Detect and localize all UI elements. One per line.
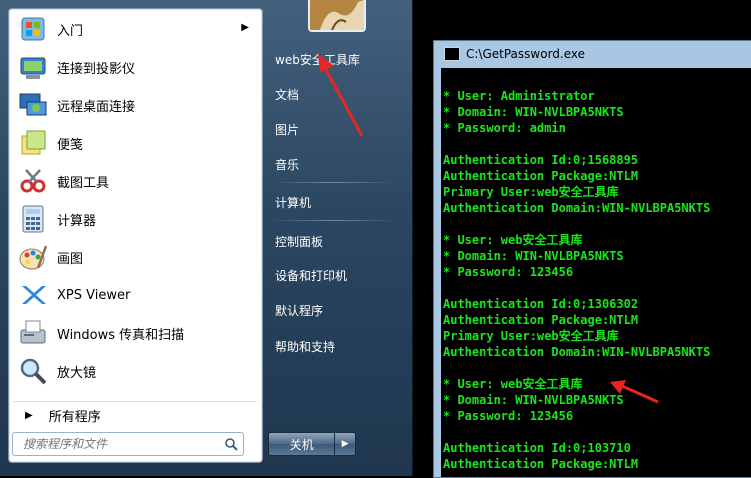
start-right-music[interactable]: 音乐 <box>268 152 405 176</box>
start-menu: 入门 ▶ 连接到投影仪 远程桌面连接 便笺 截图工具 计算器 画图 XPS Vi… <box>0 0 413 476</box>
right-item-label: 音乐 <box>275 157 300 172</box>
user-picture[interactable] <box>308 0 366 32</box>
start-right-default-programs[interactable]: 默认程序 <box>268 298 405 322</box>
expand-arrow-icon: ▶ <box>25 409 33 421</box>
program-item-snipping-tool[interactable]: 截图工具 <box>13 163 257 199</box>
start-right-computer[interactable]: 计算机 <box>268 190 405 214</box>
console-line: * Domain: WIN-NVLBPA5NKTS <box>443 249 624 263</box>
console-line: * Password: 123456 <box>443 409 574 423</box>
start-right-control-panel[interactable]: 控制面板 <box>268 229 405 253</box>
calculator-icon <box>17 203 49 235</box>
xps-viewer-icon <box>17 279 49 311</box>
console-titlebar[interactable]: C:\GetPassword.exe <box>434 41 751 67</box>
program-item-magnifier[interactable]: 放大镜 <box>13 353 257 389</box>
console-line: * Domain: WIN-NVLBPA5NKTS <box>443 393 624 407</box>
console-line: * User: web安全工具库 <box>443 377 583 391</box>
right-item-label: web安全工具库 <box>275 52 360 67</box>
right-item-label: 设备和打印机 <box>275 268 348 283</box>
right-separator <box>270 220 398 221</box>
console-title: C:\GetPassword.exe <box>466 47 586 61</box>
start-right-devices-printers[interactable]: 设备和打印机 <box>268 263 405 287</box>
console-line: Authentication Package:NTLM <box>443 457 639 471</box>
start-right-pictures[interactable]: 图片 <box>268 117 405 141</box>
paint-icon <box>17 241 49 273</box>
shutdown-options-arrow-icon[interactable]: ▶ <box>335 432 356 456</box>
programs-pane: 入门 ▶ 连接到投影仪 远程桌面连接 便笺 截图工具 计算器 画图 XPS Vi… <box>8 8 263 463</box>
console-line: * Password: admin <box>443 121 566 135</box>
console-line: Authentication Id:0;1306302 <box>443 297 639 311</box>
program-label: 入门 <box>57 23 84 39</box>
console-line: * Domain: WIN-NVLBPA5NKTS <box>443 105 624 119</box>
search-icon[interactable] <box>221 434 241 454</box>
right-separator <box>270 182 398 183</box>
program-label: 放大镜 <box>57 365 97 381</box>
shutdown-group: 关机 ▶ <box>268 432 356 456</box>
submenu-arrow-icon: ▶ <box>241 22 249 33</box>
console-line: Primary User:web安全工具库 <box>443 329 619 343</box>
right-item-label: 帮助和支持 <box>275 339 336 354</box>
start-right-help-support[interactable]: 帮助和支持 <box>268 334 405 358</box>
getting-started-icon <box>17 13 49 45</box>
program-label: Windows 传真和扫描 <box>57 327 185 343</box>
right-item-label: 默认程序 <box>275 303 324 318</box>
program-item-fax-scan[interactable]: Windows 传真和扫描 <box>13 315 257 351</box>
program-item-paint[interactable]: 画图 <box>13 239 257 275</box>
projector-icon <box>17 51 49 83</box>
program-item-calculator[interactable]: 计算器 <box>13 201 257 237</box>
right-item-label: 文档 <box>275 87 300 102</box>
search-input[interactable] <box>21 436 221 452</box>
all-programs-button[interactable]: ▶ 所有程序 <box>13 401 257 428</box>
console-line: Authentication Domain:WIN-NVLBPA5NKTS <box>443 201 711 215</box>
console-line: Authentication Package:NTLM <box>443 169 639 183</box>
program-label: 便笺 <box>57 137 84 153</box>
console-line: * User: Administrator <box>443 89 595 103</box>
program-item-getting-started[interactable]: 入门 ▶ <box>13 11 257 47</box>
console-line: Authentication Id:0;1568895 <box>443 153 639 167</box>
search-box[interactable] <box>12 432 244 456</box>
start-right-web-security-library[interactable]: web安全工具库 <box>268 47 405 71</box>
fax-scan-icon <box>17 317 49 349</box>
program-label: 截图工具 <box>57 175 110 191</box>
program-label: 计算器 <box>57 213 97 229</box>
console-line: Primary User:web安全工具库 <box>443 185 619 199</box>
program-label: XPS Viewer <box>57 287 131 303</box>
console-window: C:\GetPassword.exe * User: Administrator… <box>433 40 751 478</box>
sticky-notes-icon <box>17 127 49 159</box>
snipping-tool-icon <box>17 165 49 197</box>
console-output[interactable]: * User: Administrator * Domain: WIN-NVLB… <box>441 68 751 477</box>
program-label: 连接到投影仪 <box>57 61 136 77</box>
program-item-xps-viewer[interactable]: XPS Viewer <box>13 277 257 313</box>
right-item-label: 计算机 <box>275 195 312 210</box>
console-line: Authentication Domain:WIN-NVLBPA5NKTS <box>443 345 711 359</box>
all-programs-label: 所有程序 <box>48 409 101 425</box>
program-label: 远程桌面连接 <box>57 99 136 115</box>
console-line: * Password: 123456 <box>443 265 574 279</box>
magnifier-icon <box>17 355 49 387</box>
remote-desktop-icon <box>17 89 49 121</box>
console-app-icon <box>444 47 460 61</box>
program-item-projector[interactable]: 连接到投影仪 <box>13 49 257 85</box>
console-line: Authentication Package:NTLM <box>443 313 639 327</box>
right-item-label: 控制面板 <box>275 234 324 249</box>
program-item-remote-desktop[interactable]: 远程桌面连接 <box>13 87 257 123</box>
console-line: * User: web安全工具库 <box>443 233 583 247</box>
console-line: Authentication Id:0;103710 <box>443 441 631 455</box>
program-label: 画图 <box>57 251 84 267</box>
right-item-label: 图片 <box>275 122 300 137</box>
start-right-documents[interactable]: 文档 <box>268 82 405 106</box>
shutdown-button[interactable]: 关机 <box>268 432 336 456</box>
program-item-sticky-notes[interactable]: 便笺 <box>13 125 257 161</box>
